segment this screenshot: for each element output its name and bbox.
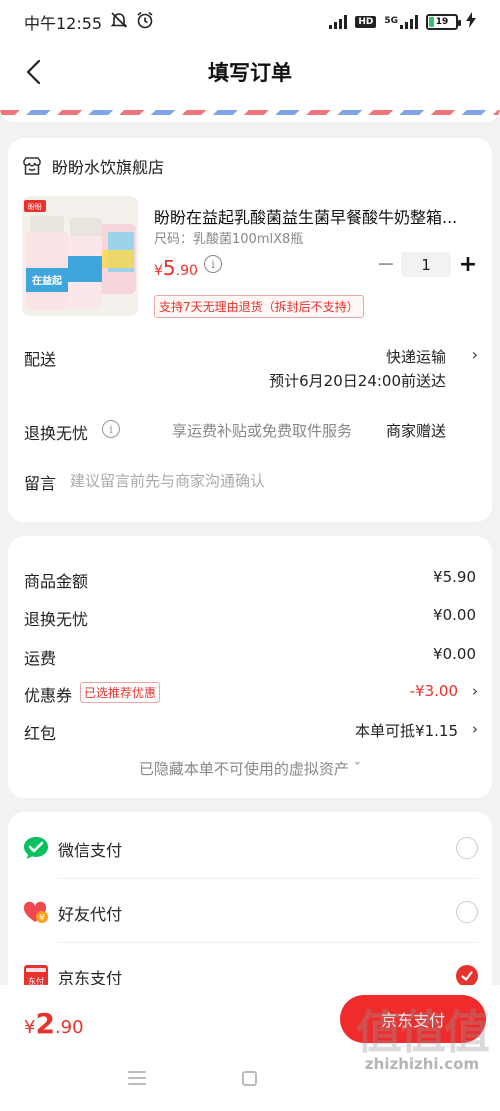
battery-level: 19	[435, 17, 449, 27]
store-icon	[23, 157, 41, 175]
quantity-value[interactable]: 1	[401, 252, 451, 277]
payment-option-wechat[interactable]: 微信支付	[22, 828, 478, 868]
product-title[interactable]: 盼盼在益起乳酸菌益生菌早餐酸牛奶整箱...	[154, 204, 478, 228]
title-bar: 填写订单	[0, 44, 500, 100]
goods-amount-label: 商品金额	[24, 572, 89, 591]
product-price: ¥ 5 .90	[154, 256, 198, 280]
return-service-fee-label: 退换无忧	[24, 610, 89, 629]
coupon-value: -¥3.00	[409, 682, 458, 700]
payment-radio-selected[interactable]	[456, 965, 478, 987]
delivery-eta: 预计6月20日24:00前送达	[269, 372, 446, 390]
charging-icon	[466, 12, 476, 32]
divider	[58, 942, 478, 943]
signal-icon	[329, 15, 348, 29]
shipping-fee-row: 运费 ¥0.00	[24, 645, 478, 669]
amount-summary-card: 商品金额 ¥5.90 退换无忧 ¥0.00 运费 ¥0.00 优惠券 已选推荐优…	[8, 536, 492, 798]
goods-amount-value: ¥5.90	[433, 568, 476, 586]
chevron-left-icon	[26, 59, 41, 85]
coupon-badge: 已选推荐优惠	[80, 682, 161, 703]
return-service-fee-value: ¥0.00	[433, 606, 476, 624]
delivery-label: 配送	[24, 350, 57, 369]
quantity-decrease-button[interactable]: −	[374, 252, 398, 277]
status-bar: 中午12:55 HD 5G 19	[0, 0, 500, 44]
address-airmail-border	[0, 100, 500, 122]
battery-icon: 19	[426, 14, 461, 30]
price-decimal: .90	[175, 263, 198, 279]
payment-label: 微信支付	[58, 841, 123, 860]
price-integer: 5	[162, 256, 176, 280]
info-icon[interactable]: i	[102, 420, 120, 438]
hidden-assets-toggle[interactable]: 已隐藏本单不可使用的虚拟资产 ˇ	[8, 758, 492, 779]
total-decimal: .90	[54, 1017, 84, 1038]
price-currency: ¥	[154, 263, 163, 279]
payment-radio[interactable]	[456, 901, 478, 923]
divider	[58, 878, 478, 879]
red-packet-row[interactable]: 红包 本单可抵¥1.15 ›	[24, 720, 478, 744]
store-header[interactable]: 盼盼水饮旗舰店	[22, 154, 164, 178]
page-title: 填写订单	[208, 61, 292, 85]
chevron-right-icon[interactable]: ›	[472, 720, 478, 738]
svg-text:¥: ¥	[39, 914, 45, 924]
total-currency: ¥	[24, 1017, 36, 1038]
return-policy-tag: 支持7天无理由退货（拆封后不支持）	[154, 295, 364, 318]
hd-badge: HD	[355, 16, 377, 28]
alarm-icon	[136, 11, 154, 33]
network-type: 5G	[384, 16, 398, 26]
chevron-right-icon[interactable]: ›	[472, 682, 478, 700]
mute-icon	[110, 11, 128, 33]
return-service-fee-row: 退换无忧 ¥0.00	[24, 606, 478, 630]
friend-pay-icon: ¥	[22, 898, 50, 926]
total-integer: 2	[35, 1007, 55, 1040]
chevron-right-icon[interactable]: ›	[472, 345, 478, 364]
delivery-method[interactable]: 快递运输	[386, 346, 446, 367]
checkout-bar: ¥ 2 .90 京东支付 值值值 zhizhizhi.com	[0, 985, 500, 1111]
red-packet-label: 红包	[24, 724, 57, 743]
note-input[interactable]	[70, 470, 470, 492]
check-icon	[461, 971, 473, 981]
watermark: 值值值 zhizhizhi.com	[350, 1009, 494, 1073]
wechat-pay-icon	[22, 834, 50, 862]
coupon-label: 优惠券	[24, 686, 73, 705]
order-item-card: 盼盼水饮旗舰店 盼盼 在益起 盼盼在益起乳酸菌益生菌早餐酸牛奶整箱... 尺码：…	[8, 138, 492, 522]
product-spec: 尺码：乳酸菌100mlX8瓶	[154, 232, 304, 247]
note-label: 留言	[24, 474, 57, 493]
shipping-fee-value: ¥0.00	[433, 645, 476, 663]
svg-text:在益起: 在益起	[32, 274, 63, 287]
total-price: ¥ 2 .90	[24, 1007, 84, 1040]
shipping-fee-label: 运费	[24, 649, 57, 668]
payment-label: 好友代付	[58, 905, 123, 924]
return-service-description: 享运费补贴或免费取件服务	[172, 422, 353, 440]
payment-radio[interactable]	[456, 837, 478, 859]
quantity-increase-button[interactable]: +	[456, 252, 480, 277]
nav-menu-button[interactable]	[128, 1071, 146, 1085]
watermark-logo: 值值值	[356, 1005, 490, 1059]
product-image[interactable]: 盼盼 在益起	[22, 196, 138, 316]
signal-5g-icon	[400, 15, 418, 29]
price-info-icon[interactable]: i	[204, 255, 222, 273]
svg-text:盼盼: 盼盼	[28, 203, 42, 211]
status-time: 中午12:55	[24, 14, 103, 33]
back-button[interactable]	[18, 56, 50, 88]
store-name: 盼盼水饮旗舰店	[52, 158, 165, 177]
payment-option-friend[interactable]: ¥ 好友代付	[22, 892, 478, 932]
watermark-url: zhizhizhi.com	[364, 1055, 480, 1073]
nav-home-button[interactable]	[242, 1071, 257, 1086]
coupon-row[interactable]: 优惠券 已选推荐优惠 -¥3.00 ›	[24, 682, 478, 706]
goods-amount-row: 商品金额 ¥5.90	[24, 568, 478, 592]
return-service-provider: 商家赠送	[385, 422, 446, 440]
return-service-label: 退换无忧	[24, 424, 89, 443]
red-packet-value: 本单可抵¥1.15	[355, 722, 458, 740]
